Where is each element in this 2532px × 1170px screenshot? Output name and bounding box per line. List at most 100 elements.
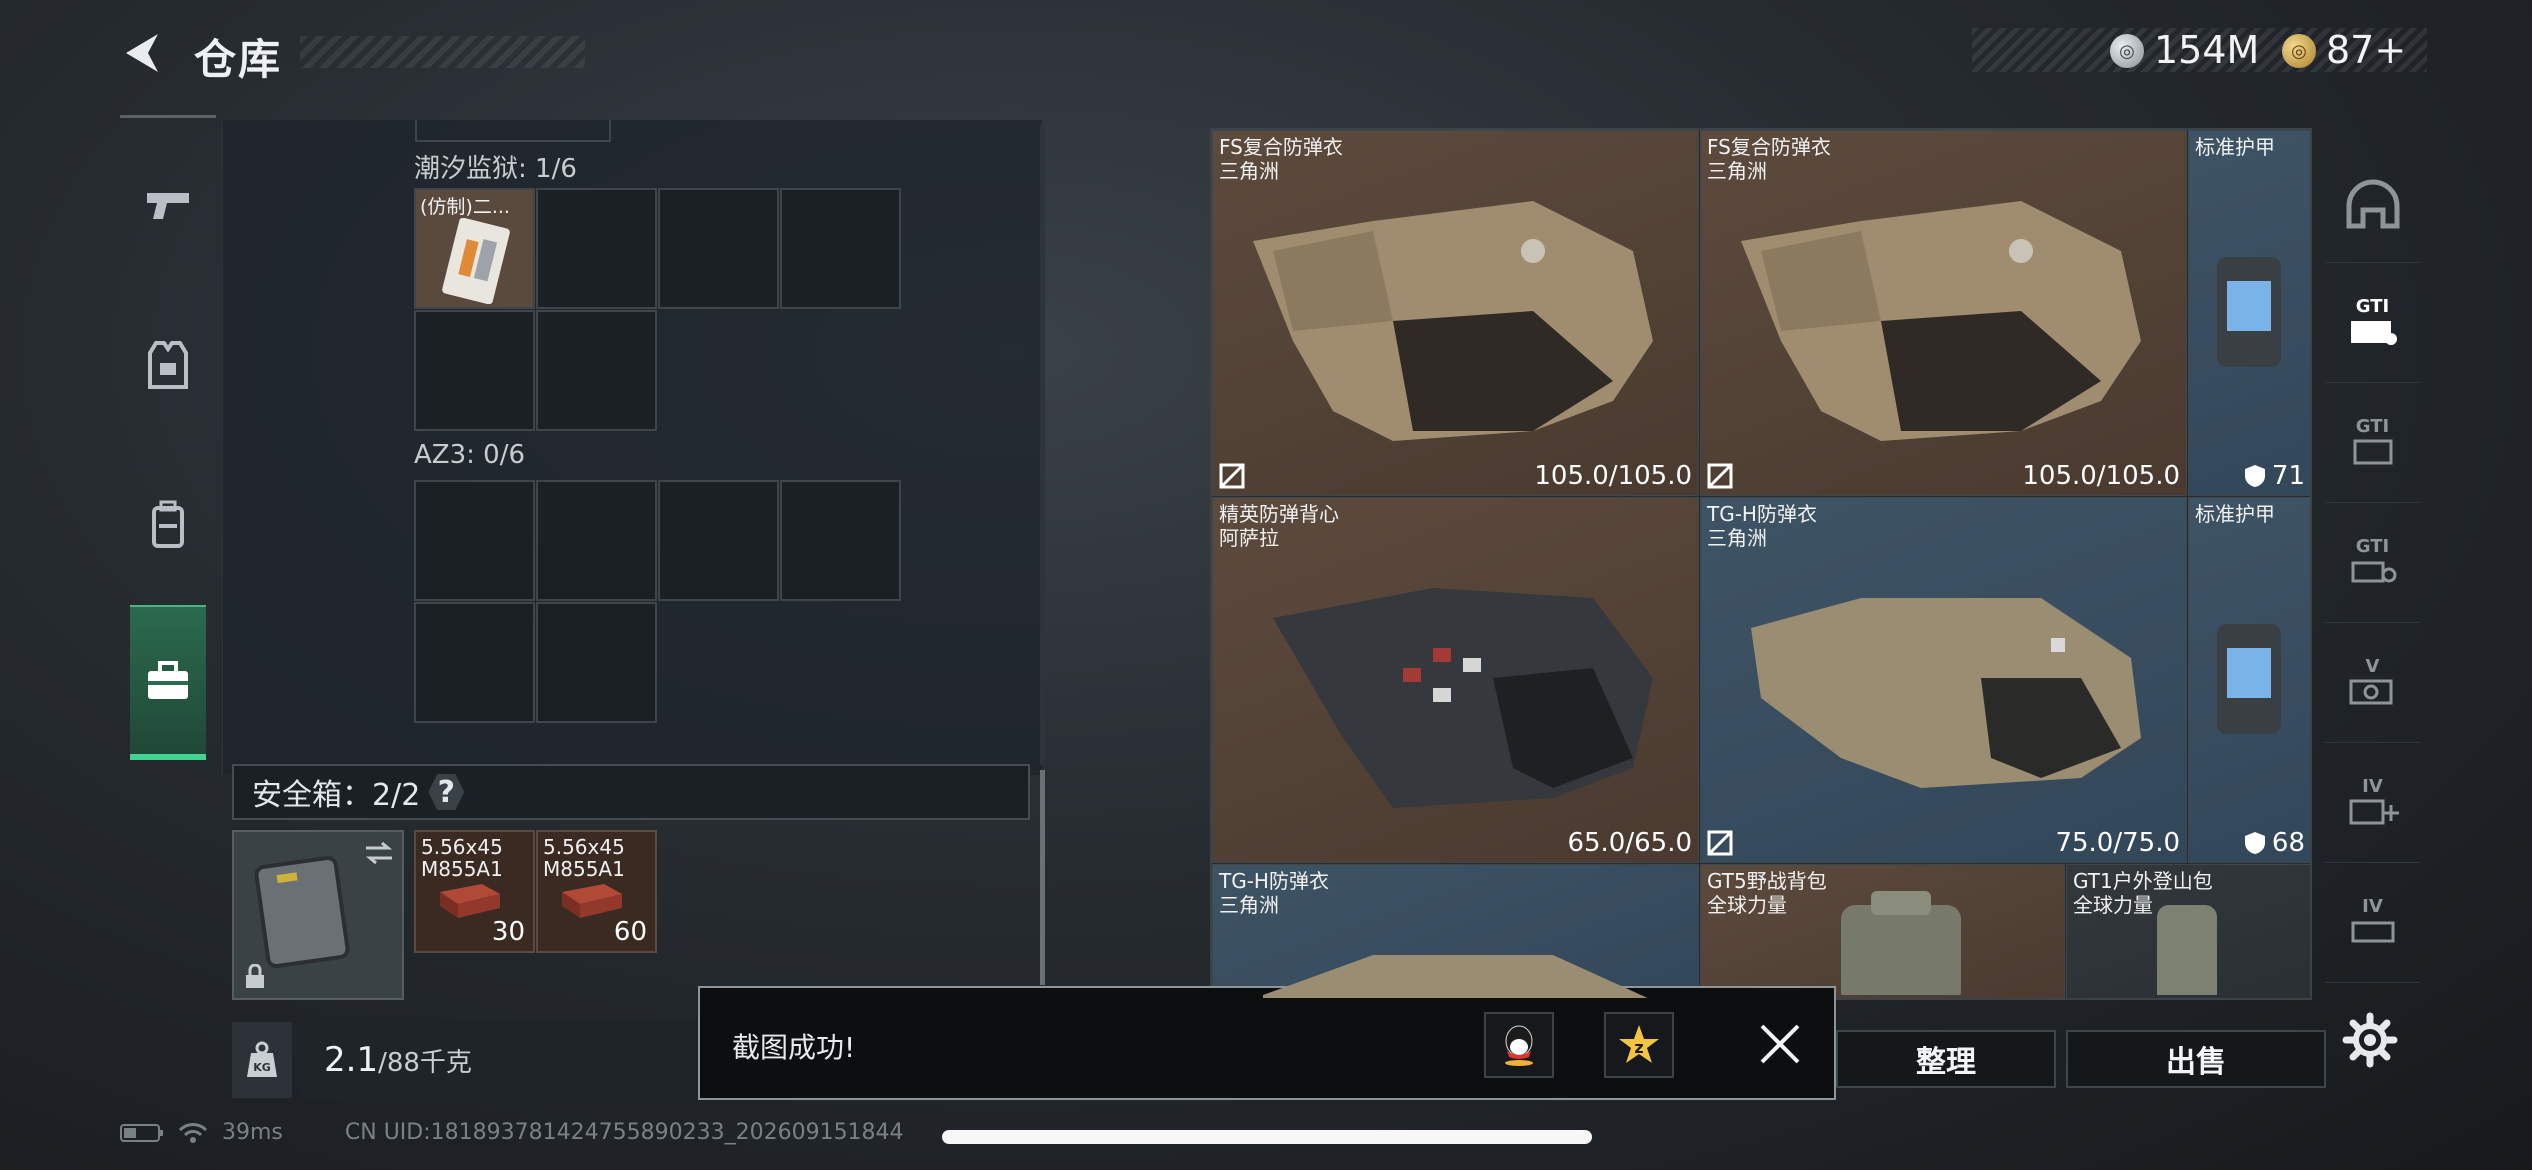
item-card[interactable]: FS复合防弹衣 三角洲 105.0/105.0 xyxy=(1700,130,2187,496)
item-name: TG-H防弹衣 三角洲 xyxy=(1219,869,1329,917)
silver-amount[interactable]: 154M xyxy=(2154,28,2259,72)
weight-display: 2.1 /88千克 xyxy=(302,1020,702,1100)
nav-item-weapons[interactable] xyxy=(130,155,206,255)
home-indicator[interactable] xyxy=(942,1130,1592,1144)
item-card[interactable]: 精英防弹背心 阿萨拉 65.0/65.0 xyxy=(1212,497,1699,863)
toast-message: 截图成功! xyxy=(732,1031,856,1064)
item-durability: 75.0/75.0 xyxy=(2055,828,2180,858)
grid-cell[interactable] xyxy=(658,480,779,601)
nav-item-armor[interactable] xyxy=(130,315,206,415)
ammo-name: 5.56x45 M855A1 xyxy=(421,835,503,881)
item-durability: 105.0/105.0 xyxy=(2022,461,2180,491)
item-card[interactable]: TG-H防弹衣 三角洲 xyxy=(1212,864,1699,998)
briefcase-icon xyxy=(148,660,188,699)
filter-label: GTI xyxy=(2355,536,2390,557)
item-name: TG-H防弹衣 三角洲 xyxy=(1707,502,1817,550)
safe-box-case[interactable] xyxy=(232,830,404,1000)
grid-cell[interactable] xyxy=(536,310,657,431)
title-decoration xyxy=(300,36,585,68)
close-button[interactable] xyxy=(1750,1014,1810,1074)
backpack-art-icon xyxy=(1841,891,1961,995)
page-title: 仓库 xyxy=(194,35,283,84)
nav-item-container[interactable] xyxy=(130,605,206,760)
grid-cell[interactable] xyxy=(536,480,657,601)
pistol-icon xyxy=(147,193,189,219)
item-card[interactable]: FS复合防弹衣 三角洲 105.0/105.0 xyxy=(1212,130,1699,496)
qzone-star-icon: z xyxy=(1619,1025,1659,1063)
rig-filter-icon xyxy=(2351,561,2396,583)
grid-cell[interactable] xyxy=(414,310,535,431)
filter-rig[interactable]: GTI xyxy=(2325,505,2420,623)
key-card-icon xyxy=(442,218,510,304)
tier-v-filter-icon xyxy=(2349,679,2392,705)
weight-value: 2.1 xyxy=(324,1040,379,1080)
sell-button[interactable]: 出售 xyxy=(2066,1030,2326,1088)
vest-art-icon xyxy=(1741,201,2141,441)
armor-plate-icon xyxy=(2217,257,2281,367)
item-name: GT5野战背包 全球力量 xyxy=(1707,869,1827,917)
category-nav xyxy=(120,115,216,775)
armor-plate-icon xyxy=(2217,624,2281,734)
ammo-box-icon xyxy=(440,884,500,918)
filter-plate[interactable]: GTI xyxy=(2325,385,2420,503)
help-icon[interactable]: ? xyxy=(428,774,465,810)
grid-cell[interactable] xyxy=(536,602,657,723)
sort-button[interactable]: 整理 xyxy=(1836,1030,2056,1088)
scrollbar-thumb[interactable] xyxy=(1040,770,1045,985)
grid-cell[interactable] xyxy=(780,480,901,601)
filter-armor[interactable]: GTI xyxy=(2325,265,2420,383)
item-card[interactable]: TG-H防弹衣 三角洲 75.0/75.0 xyxy=(1700,497,2187,863)
item-card[interactable]: 标准护甲 68 xyxy=(2188,497,2310,863)
status-bar: 39ms CN UID:181893781424755890233_202609… xyxy=(120,1120,904,1145)
weight-unit: /88千克 xyxy=(378,1047,472,1078)
weight-icon: KG xyxy=(232,1022,292,1098)
item-name: 标准护甲 xyxy=(2195,502,2275,526)
grid-cell[interactable] xyxy=(658,188,779,309)
share-qzone-button[interactable]: z xyxy=(1604,1012,1674,1078)
gear-icon xyxy=(2342,1012,2398,1068)
silver-coin-icon: ◎ xyxy=(2110,34,2144,68)
filter-tier-v[interactable]: V xyxy=(2325,625,2420,743)
section-label-tidal-prison: 潮汐监狱: 1/6 xyxy=(414,154,577,184)
filter-tier-iv-add[interactable]: IV xyxy=(2325,745,2420,863)
grid-cell[interactable] xyxy=(536,188,657,309)
item-name: FS复合防弹衣 三角洲 xyxy=(1707,135,1831,183)
ammo-item[interactable]: 5.56x45 M855A1 30 xyxy=(414,830,535,953)
item-durability: 65.0/65.0 xyxy=(1567,828,1692,858)
item-name: GT1户外登山包 全球力量 xyxy=(2073,869,2213,917)
safe-box-label: 安全箱：2/2 xyxy=(252,778,421,813)
grid-cell[interactable] xyxy=(780,188,901,309)
back-button[interactable] xyxy=(118,28,168,78)
item-name: FS复合防弹衣 三角洲 xyxy=(1219,135,1343,183)
grid-cell-item[interactable]: (仿制)二... xyxy=(414,188,535,309)
share-qq-button[interactable] xyxy=(1484,1012,1554,1078)
item-card[interactable]: GT1户外登山包 全球力量 xyxy=(2066,864,2310,998)
gold-amount[interactable]: 87+ xyxy=(2326,28,2406,72)
filter-column: GTI GTI GTI V IV IV xyxy=(2325,125,2420,995)
nav-item-backpack[interactable] xyxy=(130,475,206,575)
item-card[interactable]: GT5野战背包 全球力量 xyxy=(1700,864,2065,998)
grid-cell[interactable] xyxy=(414,480,535,601)
ammo-box-icon xyxy=(562,884,622,918)
ping-text: 39ms xyxy=(222,1120,283,1145)
filter-tier-iv[interactable]: IV xyxy=(2325,865,2420,983)
filter-helmet[interactable] xyxy=(2325,145,2420,263)
gold-coin-icon: ◎ xyxy=(2282,34,2316,68)
panel-scrollbar[interactable] xyxy=(1040,125,1045,765)
item-card[interactable]: 标准护甲 71 xyxy=(2188,130,2310,496)
settings-button[interactable] xyxy=(2342,1012,2398,1068)
safe-box-header: 安全箱：2/2 ? xyxy=(232,764,1030,820)
backpack-icon xyxy=(152,500,184,548)
no-repair-icon xyxy=(1219,463,1245,489)
ammo-item[interactable]: 5.56x45 M855A1 60 xyxy=(536,830,657,953)
armor-filter-icon xyxy=(2350,321,2397,345)
tier-iv-filter-icon xyxy=(2351,921,2394,943)
screenshot-toast: 截图成功! z xyxy=(698,986,1836,1100)
swap-icon xyxy=(365,842,393,864)
vest-art-icon xyxy=(1263,955,1648,998)
item-name: 精英防弹背心 阿萨拉 xyxy=(1219,502,1339,550)
ammo-name: 5.56x45 M855A1 xyxy=(543,835,625,881)
no-repair-icon xyxy=(1707,830,1733,856)
nav-divider xyxy=(120,115,216,118)
grid-cell[interactable] xyxy=(414,602,535,723)
